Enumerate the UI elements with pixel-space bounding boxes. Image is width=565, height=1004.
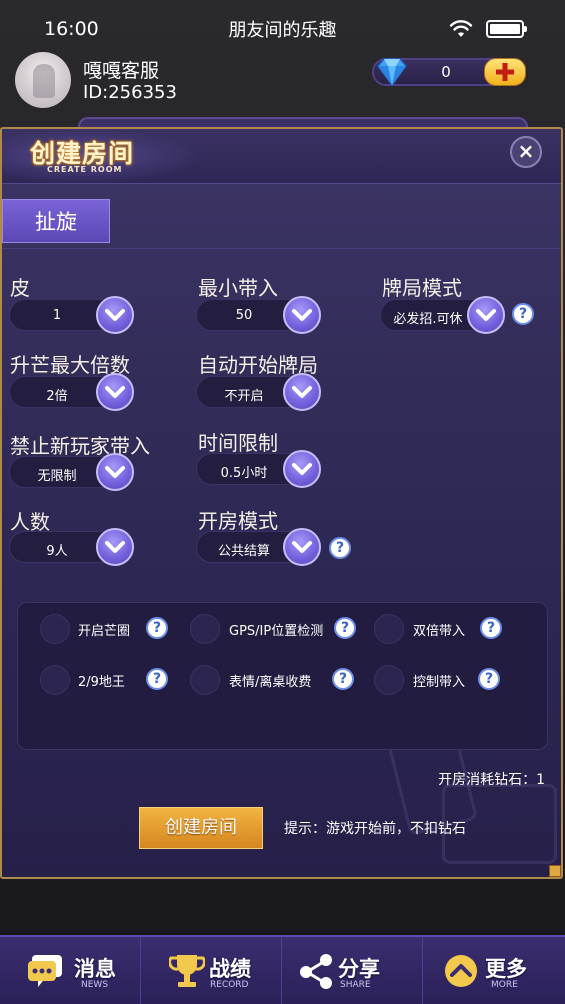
help-icon[interactable]: ? xyxy=(478,668,500,690)
dialog-subtitle: CREATE ROOM xyxy=(47,165,123,174)
option-label: 开启芒圈 xyxy=(78,624,131,639)
option-checkbox[interactable] xyxy=(190,665,220,695)
help-icon[interactable]: ? xyxy=(329,537,351,559)
time-limit-label: 时间限制 xyxy=(198,431,278,455)
help-icon[interactable]: ? xyxy=(512,303,534,325)
option-checkbox[interactable] xyxy=(190,614,220,644)
option-label: 2/9地王 xyxy=(78,675,125,690)
share-icon xyxy=(300,954,332,989)
auto-start-select[interactable]: 不开启 xyxy=(196,373,321,411)
chevron-up-icon xyxy=(445,955,477,987)
chevron-down-icon[interactable] xyxy=(467,296,505,334)
min-buyin-label: 最小带入 xyxy=(198,276,278,300)
nav-record-label: 战绩 xyxy=(209,957,251,981)
wifi-icon xyxy=(449,20,473,37)
diamond-balance: 0 xyxy=(372,58,526,87)
nav-news[interactable]: 消息 NEWS xyxy=(0,937,141,1004)
option-checkbox[interactable] xyxy=(374,614,404,644)
chevron-down-icon[interactable] xyxy=(96,528,134,566)
time-limit-select[interactable]: 0.5小时 xyxy=(196,450,321,488)
room-mode-label: 开房模式 xyxy=(198,509,278,533)
chevron-down-icon[interactable] xyxy=(283,450,321,488)
add-diamond-button[interactable] xyxy=(484,58,526,86)
create-room-button[interactable]: 创建房间 xyxy=(139,807,263,849)
nav-share-label: 分享 xyxy=(338,957,380,981)
chevron-down-icon[interactable] xyxy=(96,373,134,411)
max-multiplier-value: 2倍 xyxy=(46,389,68,404)
diamond-cost: 开房消耗钻石：1 xyxy=(438,772,545,788)
app-screen: 16:00 朋友间的乐趣 嘎嘎客服 ID:256353 0 创建房间 CREAT… xyxy=(0,0,565,1004)
chevron-down-icon[interactable] xyxy=(283,296,321,334)
ban-new-buyin-label: 禁止新玩家带入 xyxy=(10,434,150,458)
battery-icon xyxy=(486,20,527,38)
players-value: 9人 xyxy=(46,544,68,559)
ban-new-buyin-value: 无限制 xyxy=(37,469,77,484)
chevron-down-icon[interactable] xyxy=(96,453,134,491)
corner-decoration xyxy=(549,865,561,877)
room-mode-select[interactable]: 公共结算 xyxy=(196,528,321,566)
app-title: 朋友间的乐趣 xyxy=(228,20,337,41)
players-select[interactable]: 9人 xyxy=(9,528,134,566)
user-id: ID:256353 xyxy=(83,82,177,103)
hint-text: 提示：游戏开始前，不扣钻石 xyxy=(284,821,466,837)
dialog-header: 创建房间 CREATE ROOM × xyxy=(2,129,561,184)
pi-value: 1 xyxy=(52,308,62,323)
user-name: 嘎嘎客服 xyxy=(83,60,160,82)
nav-news-sub: NEWS xyxy=(81,980,109,990)
nav-record-sub: RECORD xyxy=(210,980,249,990)
diamond-icon xyxy=(377,58,407,87)
auto-start-value: 不开启 xyxy=(224,389,264,404)
nav-share[interactable]: 分享 SHARE xyxy=(282,937,423,1004)
nav-share-sub: SHARE xyxy=(340,980,371,990)
help-icon[interactable]: ? xyxy=(332,668,354,690)
max-multiplier-select[interactable]: 2倍 xyxy=(9,373,134,411)
bottom-nav: 消息 NEWS 战绩 RECORD 分享 SHARE 更多 MORE xyxy=(0,935,565,1004)
avatar[interactable] xyxy=(15,52,71,108)
pi-label: 皮 xyxy=(10,276,30,300)
min-buyin-select[interactable]: 50 xyxy=(196,296,321,334)
ban-new-buyin-select[interactable]: 无限制 xyxy=(9,453,134,491)
option-label: 表情/离桌收费 xyxy=(229,675,312,690)
nav-more-label: 更多 xyxy=(485,957,527,981)
room-mode-value: 公共结算 xyxy=(217,544,270,559)
time-limit-value: 0.5小时 xyxy=(220,466,268,481)
options-panel: 开启芒圈 ? GPS/IP位置检测 ? 双倍带入 ? 2/9地王 ? 表情/离桌… xyxy=(17,602,548,750)
min-buyin-value: 50 xyxy=(235,308,253,323)
game-mode-value: 必发招.可休 xyxy=(393,312,463,327)
nav-more-sub: MORE xyxy=(491,980,518,990)
chevron-down-icon[interactable] xyxy=(283,373,321,411)
chevron-down-icon[interactable] xyxy=(283,528,321,566)
help-icon[interactable]: ? xyxy=(334,617,356,639)
create-room-dialog: 创建房间 CREATE ROOM × 扯旋 皮 1 升芒最大倍数 2倍 禁止新玩… xyxy=(0,127,563,879)
chat-icon xyxy=(28,955,62,987)
game-tab-bar: 扯旋 xyxy=(2,199,561,249)
nav-news-label: 消息 xyxy=(74,957,116,981)
option-checkbox[interactable] xyxy=(374,665,404,695)
game-mode-label: 牌局模式 xyxy=(382,276,462,300)
option-label: GPS/IP位置检测 xyxy=(229,624,324,639)
help-icon[interactable]: ? xyxy=(146,617,168,639)
close-button[interactable]: × xyxy=(510,136,542,168)
option-checkbox[interactable] xyxy=(40,614,70,644)
option-label: 控制带入 xyxy=(413,675,466,690)
pi-select[interactable]: 1 xyxy=(9,296,134,334)
option-checkbox[interactable] xyxy=(40,665,70,695)
nav-record[interactable]: 战绩 RECORD xyxy=(141,937,282,1004)
diamond-count: 0 xyxy=(441,63,451,81)
option-label: 双倍带入 xyxy=(413,624,466,639)
nav-more[interactable]: 更多 MORE xyxy=(423,937,564,1004)
trophy-icon xyxy=(169,955,205,987)
tab-chexuan[interactable]: 扯旋 xyxy=(2,199,110,243)
game-mode-select[interactable]: 必发招.可休 xyxy=(380,296,505,334)
help-icon[interactable]: ? xyxy=(480,617,502,639)
help-icon[interactable]: ? xyxy=(146,668,168,690)
status-bar: 16:00 朋友间的乐趣 xyxy=(0,0,565,48)
chevron-down-icon[interactable] xyxy=(96,296,134,334)
